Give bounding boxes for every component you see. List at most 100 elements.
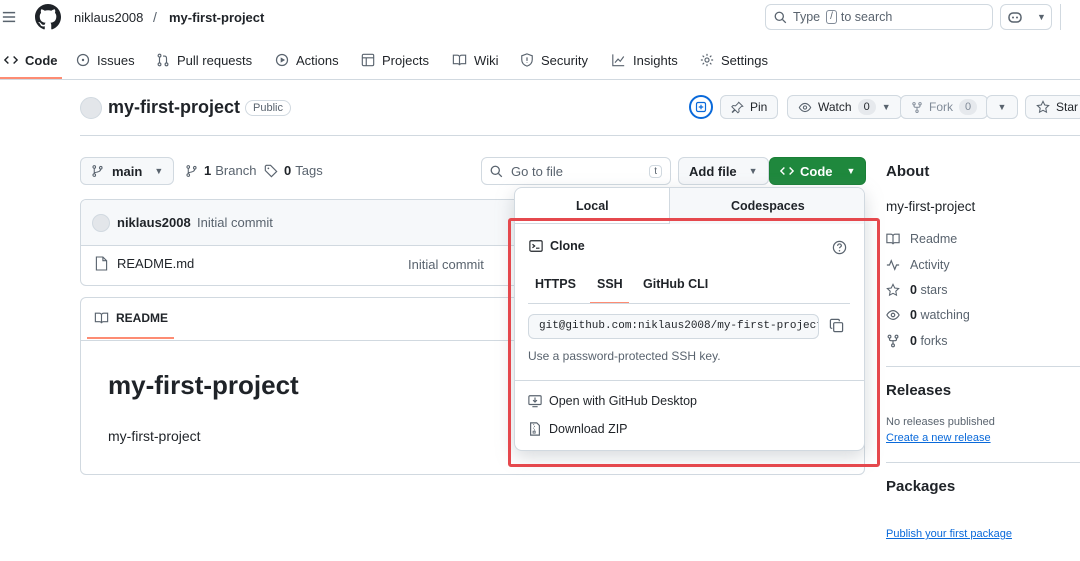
branch-name: main	[112, 163, 143, 179]
file-name[interactable]: README.md	[117, 256, 194, 271]
go-to-file-placeholder: Go to file	[511, 163, 564, 179]
tab-code[interactable]: Code	[4, 50, 58, 70]
table-icon	[361, 53, 375, 67]
chevron-down-icon: ▼	[846, 166, 856, 176]
tab-insights[interactable]: Insights	[611, 50, 678, 70]
chevron-down-icon: ▼	[881, 102, 891, 112]
commit-author-avatar	[92, 214, 110, 232]
add-file-label: Add file	[689, 163, 737, 179]
github-logo-icon[interactable]	[35, 4, 61, 30]
tab-code-label: Code	[25, 52, 58, 68]
packages-title[interactable]: Packages	[886, 478, 955, 495]
chevron-down-icon: ▼	[1037, 12, 1046, 22]
publish-package-link[interactable]: Publish your first package	[886, 528, 1012, 540]
tab-settings[interactable]: Settings	[700, 50, 768, 70]
header-bar: niklaus2008 / my-first-project Type / to…	[0, 0, 1080, 36]
header-divider	[1060, 4, 1061, 30]
pin-button[interactable]: Pin	[720, 95, 779, 119]
repo-avatar	[80, 97, 102, 119]
hamburger-icon[interactable]	[2, 10, 16, 24]
star-icon	[1036, 100, 1050, 114]
search-input[interactable]: Type / to search	[765, 4, 993, 30]
about-stars[interactable]: 0 stars	[886, 283, 948, 297]
tab-security[interactable]: Security	[520, 50, 588, 70]
tab-actions[interactable]: Actions	[275, 50, 339, 70]
graph-icon	[611, 53, 626, 67]
readme-tab-label: README	[116, 311, 169, 325]
releases-divider	[886, 462, 1080, 463]
watch-button[interactable]: Watch 0 ▼	[787, 95, 902, 119]
code-button[interactable]: Code ▼	[769, 157, 867, 185]
watch-label: Watch	[818, 100, 852, 114]
about-title: About	[886, 163, 930, 180]
tab-security-label: Security	[541, 52, 588, 68]
tag-label: Tags	[295, 163, 323, 178]
pull-request-icon	[156, 53, 170, 67]
tag-count: 0	[284, 163, 292, 178]
tab-codespaces[interactable]: Codespaces	[731, 199, 805, 213]
star-button[interactable]: Star	[1025, 95, 1080, 119]
add-file-button[interactable]: Add file ▼	[678, 157, 769, 185]
fork-button[interactable]: Fork 0	[900, 95, 989, 119]
watch-count: 0	[857, 99, 876, 115]
owner-link[interactable]: niklaus2008	[74, 10, 143, 25]
code-icon	[4, 53, 18, 67]
readme-tab[interactable]: README	[94, 311, 168, 325]
branch-count: 1	[204, 163, 212, 178]
path-separator: /	[153, 9, 157, 25]
chevron-down-icon: ▼	[997, 102, 1007, 112]
tab-actions-label: Actions	[296, 52, 339, 68]
repo-title[interactable]: my-first-project	[108, 97, 240, 118]
book-icon	[886, 232, 900, 246]
tab-insights-label: Insights	[633, 52, 678, 68]
about-watching-label: watching	[920, 308, 970, 322]
about-activity-label: Activity	[910, 258, 950, 272]
file-row[interactable]: README.md	[95, 256, 194, 271]
tags-link[interactable]: 0 Tags	[264, 163, 323, 178]
fork-options-button[interactable]: ▼	[986, 95, 1018, 119]
commit-message[interactable]: Initial commit	[197, 215, 273, 230]
shield-icon	[520, 53, 534, 67]
about-readme[interactable]: Readme	[886, 232, 957, 246]
tab-settings-label: Settings	[721, 52, 768, 68]
chevron-down-icon: ▼	[154, 166, 164, 176]
readme-body: my-first-project	[108, 428, 201, 444]
eye-icon	[886, 308, 900, 322]
readme-heading: my-first-project	[108, 370, 299, 400]
repo-link[interactable]: my-first-project	[169, 10, 264, 25]
about-forks-label: forks	[920, 334, 948, 348]
search-icon	[490, 165, 503, 178]
tab-issues-label: Issues	[97, 52, 135, 68]
fork-label: Fork	[929, 100, 953, 114]
tab-projects[interactable]: Projects	[361, 50, 429, 70]
tab-local[interactable]: Local	[576, 199, 609, 213]
visibility-badge: Public	[245, 100, 291, 116]
branch-label: Branch	[215, 163, 257, 178]
about-activity[interactable]: Activity	[886, 258, 950, 272]
eye-icon	[798, 101, 812, 114]
about-watching-count: 0	[910, 308, 917, 322]
title-divider	[80, 135, 1080, 136]
commit-author[interactable]: niklaus2008	[117, 215, 191, 230]
releases-title[interactable]: Releases	[886, 382, 951, 399]
about-forks[interactable]: 0 forks	[886, 334, 948, 348]
tab-issues[interactable]: Issues	[76, 50, 135, 70]
about-readme-label: Readme	[910, 232, 958, 246]
go-to-file-input[interactable]: Go to file t	[481, 157, 671, 185]
tab-wiki-label: Wiki	[474, 52, 499, 68]
gear-icon	[700, 53, 714, 67]
about-watching[interactable]: 0 watching	[886, 308, 970, 322]
file-commit-message[interactable]: Initial commit	[408, 257, 484, 272]
tab-pull-requests[interactable]: Pull requests	[156, 50, 252, 70]
go-to-file-key-hint: t	[649, 164, 662, 178]
create-release-link[interactable]: Create a new release	[886, 432, 991, 444]
copilot-button[interactable]: ▼	[1000, 4, 1052, 30]
search-placeholder-prefix: Type	[793, 10, 821, 24]
notifications-circle-icon[interactable]	[689, 95, 713, 119]
about-description: my-first-project	[886, 199, 976, 214]
branch-selector[interactable]: main ▼	[80, 157, 175, 185]
search-placeholder-suffix: to search	[840, 10, 893, 24]
branches-link[interactable]: 1 Branch	[185, 163, 256, 178]
tab-wiki[interactable]: Wiki	[452, 50, 499, 70]
play-icon	[275, 53, 289, 67]
